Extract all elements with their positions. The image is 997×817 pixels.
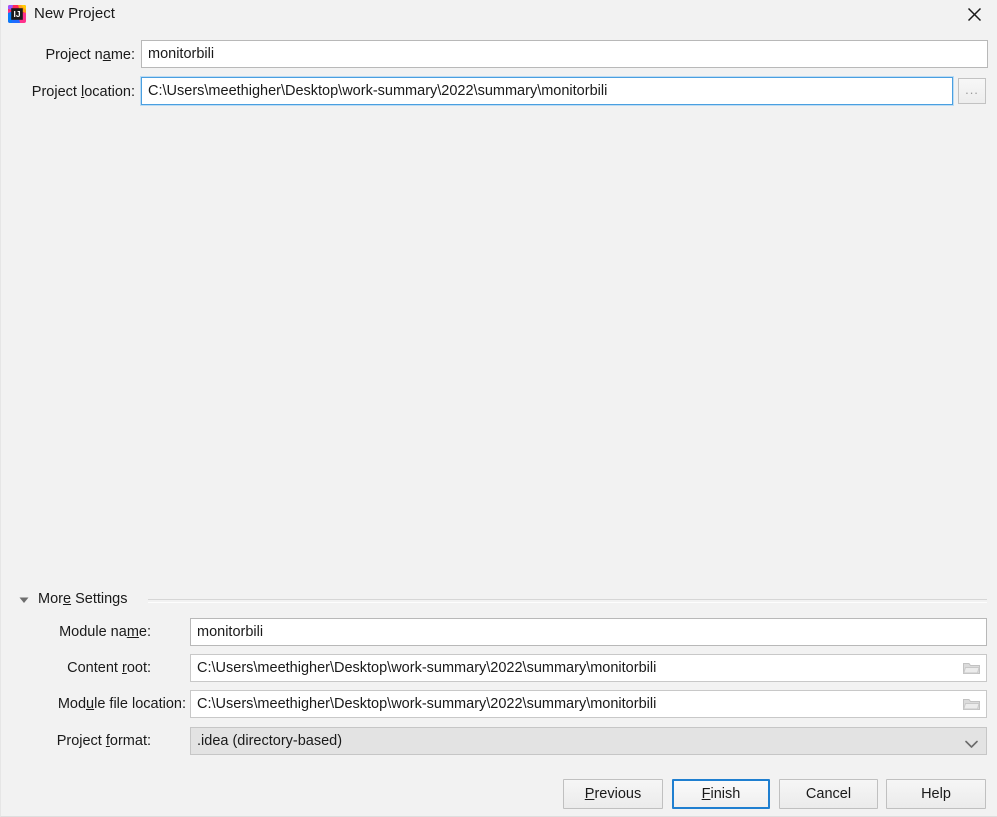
project-name-label: Project name: (45, 47, 135, 63)
module-file-location-label: Module file location: (57, 696, 186, 712)
cancel-button[interactable]: Cancel (779, 779, 878, 809)
folder-icon[interactable] (963, 661, 980, 675)
project-format-value: .idea (directory-based) (197, 733, 343, 749)
help-button[interactable]: Help (886, 779, 986, 809)
finish-button-label: Finish (701, 786, 741, 802)
chevron-down-icon[interactable] (18, 594, 30, 606)
module-file-location-value: C:\Users\meethigher\Desktop\work-summary… (197, 696, 657, 712)
previous-button[interactable]: Previous (563, 779, 663, 809)
chevron-down-icon[interactable] (965, 737, 978, 748)
folder-icon[interactable] (963, 697, 980, 711)
project-name-value: monitorbili (148, 46, 215, 62)
project-location-value: C:\Users\meethigher\Desktop\work-summary… (148, 83, 608, 99)
close-icon[interactable] (951, 0, 997, 29)
content-root-label: Content root: (67, 660, 151, 676)
content-root-input[interactable]: C:\Users\meethigher\Desktop\work-summary… (190, 654, 987, 682)
finish-button[interactable]: Finish (672, 779, 770, 809)
module-name-input[interactable]: monitorbili (190, 618, 987, 646)
cancel-button-label: Cancel (805, 786, 852, 802)
more-settings-separator (148, 599, 987, 603)
module-file-location-input[interactable]: C:\Users\meethigher\Desktop\work-summary… (190, 690, 987, 718)
more-settings-label[interactable]: More Settings (38, 589, 127, 609)
project-location-label: Project location: (31, 84, 135, 100)
help-button-label: Help (921, 786, 951, 802)
module-name-value: monitorbili (197, 624, 264, 640)
svg-text:IJ: IJ (14, 9, 21, 19)
project-name-input[interactable]: monitorbili (141, 40, 988, 68)
project-location-input[interactable]: C:\Users\meethigher\Desktop\work-summary… (141, 77, 953, 105)
content-root-value: C:\Users\meethigher\Desktop\work-summary… (197, 660, 657, 676)
window-title: New Project (34, 5, 115, 22)
more-settings-section: More Settings (0, 589, 997, 611)
ellipsis-icon: ... (965, 81, 979, 97)
module-name-label: Module name: (59, 624, 151, 640)
project-location-browse-button[interactable]: ... (958, 78, 986, 104)
title-bar: IJ New Project (0, 0, 997, 29)
intellij-idea-icon: IJ (8, 5, 26, 23)
project-format-select[interactable]: .idea (directory-based) (190, 727, 987, 755)
previous-button-label: Previous (584, 786, 642, 802)
project-format-label: Project format: (56, 733, 151, 749)
